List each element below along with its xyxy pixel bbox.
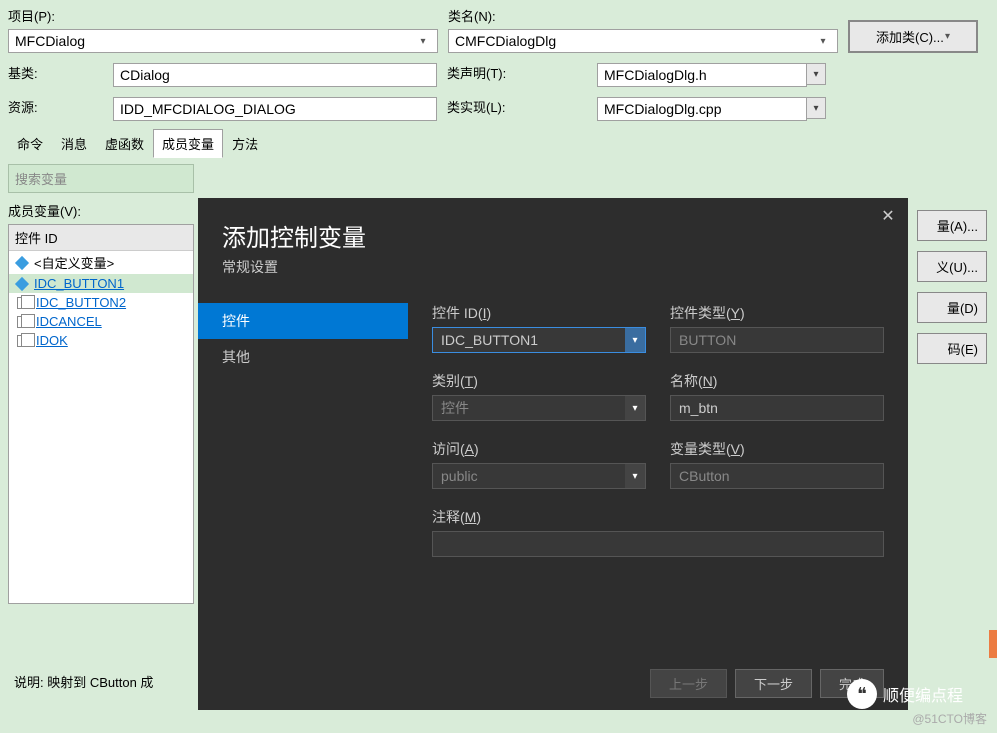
chevron-down-icon: ▾ bbox=[625, 396, 645, 420]
square-icon bbox=[17, 297, 29, 309]
diamond-icon bbox=[15, 276, 29, 290]
description-text: 说明: 映射到 CButton 成 bbox=[14, 672, 153, 691]
chevron-down-icon: ▾ bbox=[625, 328, 645, 352]
next-button[interactable]: 下一步 bbox=[735, 669, 812, 698]
tab-1[interactable]: 消息 bbox=[52, 129, 96, 158]
dialog-sidebar-item[interactable]: 其他 bbox=[198, 339, 408, 375]
name-label: 名称(N) bbox=[670, 371, 884, 391]
control-id-combo[interactable]: IDC_BUTTON1 ▾ bbox=[432, 327, 646, 353]
vartype-input[interactable]: CButton bbox=[670, 463, 884, 489]
control-type-label: 控件类型(Y) bbox=[670, 303, 884, 323]
comment-label: 注释(M) bbox=[432, 507, 884, 527]
tab-4[interactable]: 方法 bbox=[223, 129, 267, 158]
tree-header: 控件 ID bbox=[9, 225, 193, 251]
implementation-input[interactable]: MFCDialogDlg.cpp bbox=[597, 97, 807, 121]
tree-item[interactable]: IDCANCEL bbox=[9, 312, 193, 331]
project-label: 项目(P): bbox=[8, 6, 448, 25]
declaration-label: 类声明(T): bbox=[447, 63, 597, 87]
resource-input[interactable]: IDD_MFCDIALOG_DIALOG bbox=[113, 97, 437, 121]
edge-highlight bbox=[989, 630, 997, 658]
classname-value: CMFCDialogDlg bbox=[455, 33, 556, 49]
right-button-1[interactable]: 义(U)... bbox=[917, 251, 987, 282]
member-tree[interactable]: 控件 ID <自定义变量>IDC_BUTTON1IDC_BUTTON2IDCAN… bbox=[8, 224, 194, 604]
classname-dropdown[interactable]: CMFCDialogDlg ▾ bbox=[448, 29, 838, 53]
name-input[interactable]: m_btn bbox=[670, 395, 884, 421]
tree-item[interactable]: IDC_BUTTON1 bbox=[9, 274, 193, 293]
declaration-input[interactable]: MFCDialogDlg.h bbox=[597, 63, 807, 87]
implementation-label: 类实现(L): bbox=[447, 97, 597, 121]
tab-3[interactable]: 成员变量 bbox=[153, 129, 223, 158]
chevron-down-icon: ▾ bbox=[815, 36, 831, 47]
vartype-label: 变量类型(V) bbox=[670, 439, 884, 459]
tree-item[interactable]: IDC_BUTTON2 bbox=[9, 293, 193, 312]
tabs: 命令消息虚函数成员变量方法 bbox=[8, 129, 989, 158]
project-dropdown[interactable]: MFCDialog ▾ bbox=[8, 29, 438, 53]
square-icon bbox=[17, 335, 29, 347]
declaration-dropdown-button[interactable]: ▾ bbox=[806, 63, 826, 85]
baseclass-input[interactable]: CDialog bbox=[113, 63, 437, 87]
tab-0[interactable]: 命令 bbox=[8, 129, 52, 158]
dialog-subtitle: 常规设置 bbox=[222, 257, 884, 277]
comment-input[interactable] bbox=[432, 531, 884, 557]
dialog-title: 添加控制变量 bbox=[222, 218, 884, 253]
right-button-0[interactable]: 量(A)... bbox=[917, 210, 987, 241]
access-label: 访问(A) bbox=[432, 439, 646, 459]
chevron-down-icon: ▾ bbox=[625, 464, 645, 488]
control-id-label: 控件 ID(I) bbox=[432, 303, 646, 323]
resource-label: 资源: bbox=[8, 97, 113, 121]
chevron-down-icon: ▾ bbox=[945, 31, 950, 42]
access-combo[interactable]: public ▾ bbox=[432, 463, 646, 489]
category-label: 类别(T) bbox=[432, 371, 646, 391]
tree-item[interactable]: IDOK bbox=[9, 331, 193, 350]
diamond-icon bbox=[15, 255, 29, 269]
add-class-button[interactable]: 添加类(C)... ▾ bbox=[848, 20, 978, 53]
baseclass-label: 基类: bbox=[8, 63, 113, 87]
control-type-input: BUTTON bbox=[670, 327, 884, 353]
classname-label: 类名(N): bbox=[448, 6, 848, 25]
prev-button: 上一步 bbox=[650, 669, 727, 698]
dialog-sidebar-item[interactable]: 控件 bbox=[198, 303, 408, 339]
tree-label: 成员变量(V): bbox=[8, 201, 194, 220]
wechat-icon: ❝ bbox=[847, 679, 877, 709]
close-icon[interactable]: ✕ bbox=[878, 206, 898, 226]
project-value: MFCDialog bbox=[15, 33, 85, 49]
square-icon bbox=[17, 316, 29, 328]
category-combo[interactable]: 控件 ▾ bbox=[432, 395, 646, 421]
right-button-3[interactable]: 码(E) bbox=[917, 333, 987, 364]
watermark-logo: ❝ 顺便编点程 bbox=[847, 679, 963, 709]
chevron-down-icon: ▾ bbox=[415, 36, 431, 47]
tree-item[interactable]: <自定义变量> bbox=[9, 251, 193, 274]
search-input[interactable]: 搜索变量 bbox=[8, 164, 194, 193]
implementation-dropdown-button[interactable]: ▾ bbox=[806, 97, 826, 119]
add-variable-dialog: 添加控制变量 常规设置 ✕ 控件其他 控件 ID(I) IDC_BUTTON1 … bbox=[198, 198, 908, 710]
tab-2[interactable]: 虚函数 bbox=[96, 129, 153, 158]
watermark-site: @51CTO博客 bbox=[912, 710, 987, 727]
right-button-2[interactable]: 量(D) bbox=[917, 292, 987, 323]
